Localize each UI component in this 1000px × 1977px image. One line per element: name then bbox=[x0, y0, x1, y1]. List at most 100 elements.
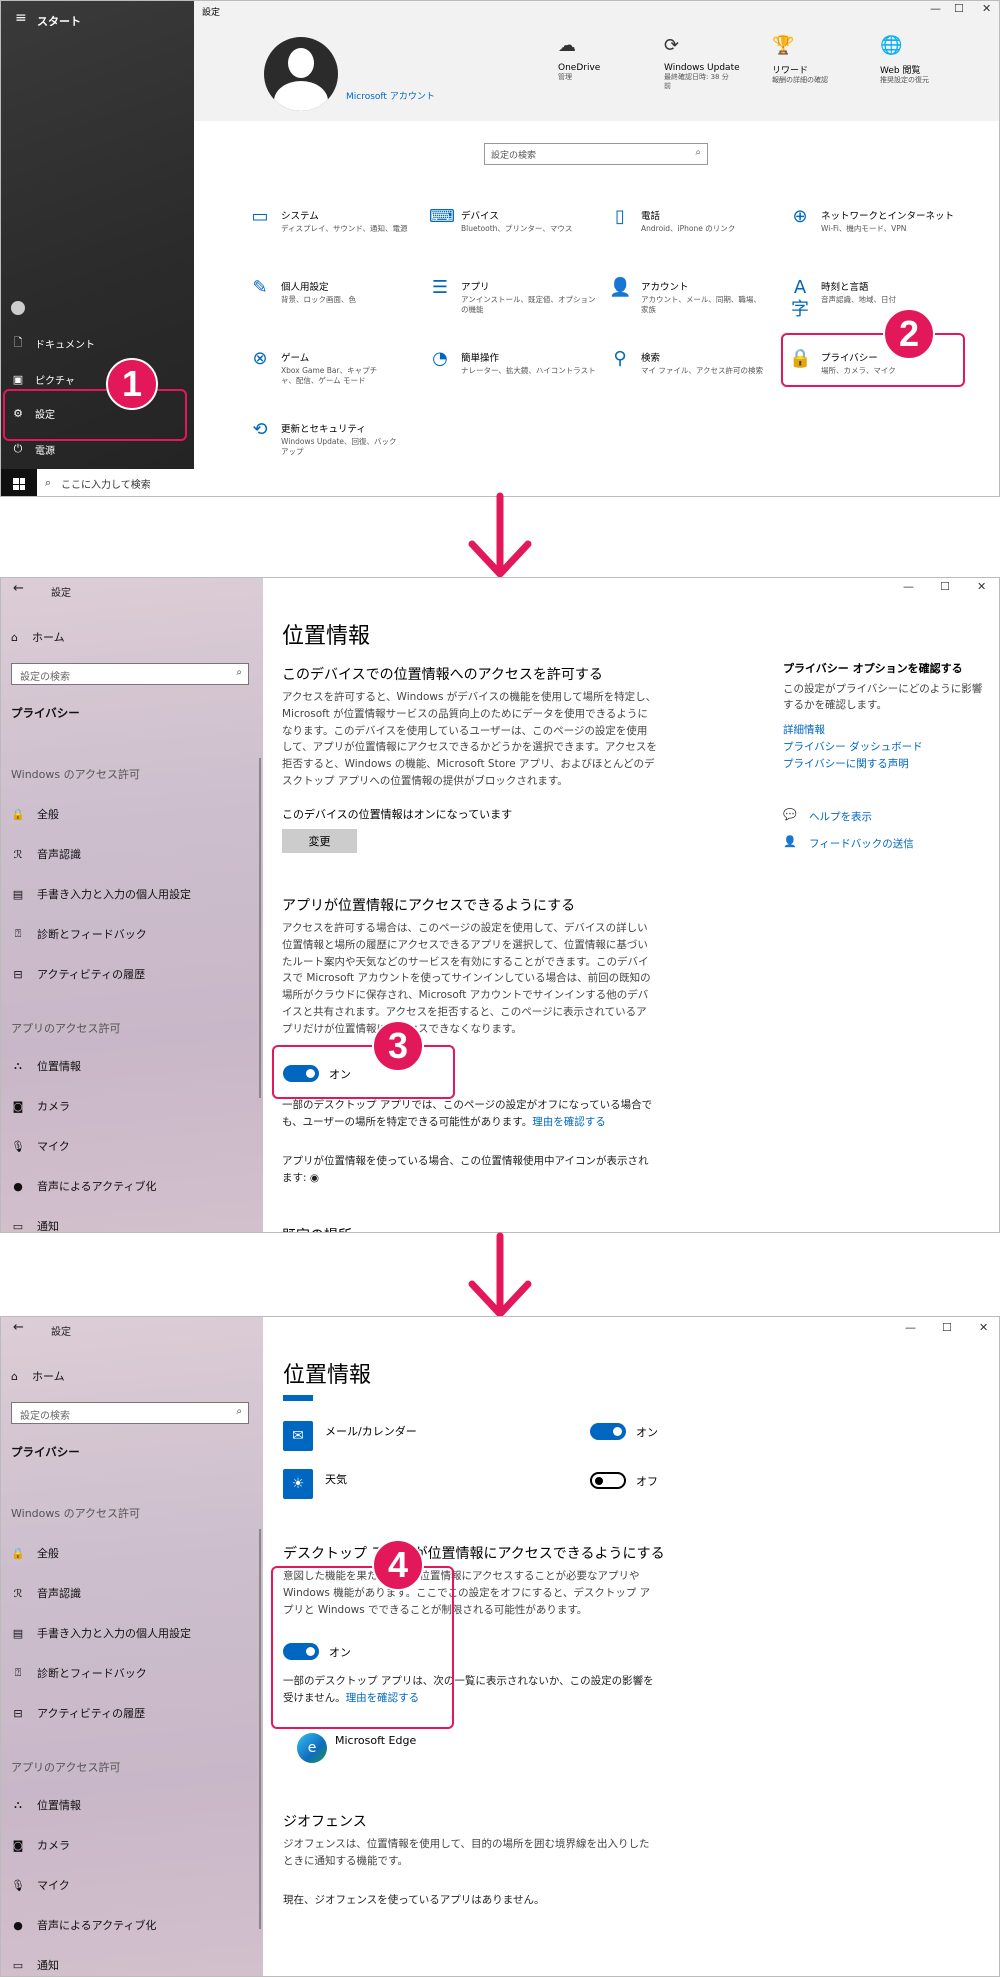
nav-home-label: ホーム bbox=[31, 631, 65, 644]
category-personalization[interactable]: ✎ 個人用設定 背景、ロック画面、色 bbox=[249, 277, 419, 305]
nav-item-camera[interactable]: ◙ カメラ bbox=[11, 1098, 70, 1114]
header-windows-update[interactable]: ⟳ Windows Update 最終確認日時: 38 分前 bbox=[664, 35, 744, 91]
nav-home[interactable]: ⌂ ホーム bbox=[11, 629, 65, 645]
category-apps[interactable]: ☰ アプリ アンインストール、既定値、オプションの機能 bbox=[429, 277, 599, 315]
nav-scrollbar[interactable] bbox=[259, 758, 261, 1098]
taskbar-search-input[interactable]: ⌕ ここに入力して検索 bbox=[37, 469, 197, 496]
back-arrow-icon[interactable]: ← bbox=[13, 581, 24, 596]
category-accounts[interactable]: 👤 アカウント アカウント、メール、同期、職場、家族 bbox=[609, 277, 779, 315]
category-network[interactable]: ⊕ ネットワークとインターネット Wi-Fi、機内モード、VPN bbox=[789, 206, 959, 234]
nav-scrollbar[interactable] bbox=[259, 1529, 261, 1929]
maximize-button[interactable]: ☐ bbox=[940, 580, 950, 593]
nav-item-general[interactable]: 🔒 全般 bbox=[11, 1545, 59, 1561]
category-gaming[interactable]: ⊗ ゲーム Xbox Game Bar、キャプチャ、配信、ゲーム モード bbox=[249, 348, 419, 386]
category-update-security[interactable]: ⟲ 更新とセキュリティ Windows Update、回復、バックアップ bbox=[249, 419, 419, 457]
nav-home[interactable]: ⌂ ホーム bbox=[11, 1368, 65, 1384]
change-button[interactable]: 変更 bbox=[282, 829, 357, 853]
nav-item-microphone[interactable]: 🎙 マイク bbox=[11, 1138, 70, 1154]
maximize-button[interactable]: ☐ bbox=[954, 2, 964, 15]
nav-search-input[interactable]: 設定の検索 ⌕ bbox=[11, 663, 249, 685]
header-item-sub: 推奨設定の復元 bbox=[880, 76, 929, 84]
header-item-sub: 管理 bbox=[558, 73, 572, 81]
nav-item-speech[interactable]: ℛ 音声認識 bbox=[11, 846, 81, 862]
windows-logo-icon[interactable] bbox=[13, 478, 25, 490]
start-item-documents[interactable]: 🗋 ドキュメント bbox=[11, 331, 186, 355]
start-item-pictures[interactable]: ▣ ピクチャ bbox=[11, 367, 186, 391]
home-icon: ⌂ bbox=[11, 630, 18, 644]
maximize-button[interactable]: ☐ bbox=[942, 1321, 952, 1334]
close-button[interactable]: ✕ bbox=[982, 2, 991, 15]
nav-item-notifications[interactable]: ▭ 通知 bbox=[11, 1218, 59, 1233]
nav-item-label: 音声によるアクティブ化 bbox=[37, 1180, 157, 1193]
category-search[interactable]: ⚲ 検索 マイ ファイル、アクセス許可の検索 bbox=[609, 348, 779, 376]
nav-item-diagnostics[interactable]: ⍰ 診断とフィードバック bbox=[11, 1665, 147, 1681]
microphone-icon: 🎙 bbox=[11, 1878, 25, 1892]
nav-item-voice-activation[interactable]: ● 音声によるアクティブ化 bbox=[11, 1917, 156, 1933]
category-name: 検索 bbox=[641, 353, 661, 364]
send-feedback-link[interactable]: フィードバックの送信 bbox=[809, 836, 914, 851]
nav-item-notifications[interactable]: ▭ 通知 bbox=[11, 1957, 59, 1973]
nav-item-label: 通知 bbox=[37, 1220, 59, 1233]
mail-calendar-location-toggle[interactable] bbox=[590, 1423, 626, 1440]
category-time-language[interactable]: A字 時刻と言語 音声認識、地域、日付 bbox=[789, 277, 959, 320]
category-devices[interactable]: ⌨ デバイス Bluetooth、プリンター、マウス bbox=[429, 206, 599, 234]
user-avatar-icon[interactable] bbox=[11, 301, 25, 315]
nav-item-general[interactable]: 🔒 全般 bbox=[11, 806, 59, 822]
nav-item-activity-history[interactable]: ⊟ アクティビティの履歴 bbox=[11, 966, 145, 982]
nav-item-camera[interactable]: ◙ カメラ bbox=[11, 1837, 70, 1853]
nav-item-label: 全般 bbox=[37, 1547, 59, 1560]
category-ease-of-access[interactable]: ◔ 簡単操作 ナレーター、拡大鏡、ハイコントラスト bbox=[429, 348, 599, 376]
page-title: 位置情報 bbox=[283, 1363, 372, 1388]
nav-item-location[interactable]: ⛬ 位置情報 bbox=[11, 1058, 81, 1074]
minimize-button[interactable]: — bbox=[930, 2, 941, 15]
category-sub: Android、iPhone のリンク bbox=[641, 224, 736, 233]
keyboard-icon: ⌨ bbox=[429, 206, 455, 227]
weather-app-icon: ☀ bbox=[283, 1469, 313, 1499]
nav-item-label: 位置情報 bbox=[37, 1799, 81, 1812]
header-rewards[interactable]: 🏆 リワード 報酬の詳細の確認 bbox=[772, 35, 852, 85]
trophy-icon: 🏆 bbox=[772, 35, 795, 56]
minimize-button[interactable]: — bbox=[903, 580, 914, 593]
section-heading-desktop-apps: デスクトップ アプリが位置情報にアクセスできるようにする bbox=[283, 1546, 665, 1562]
mic-filled-icon: ● bbox=[13, 1179, 23, 1193]
get-help-link[interactable]: ヘルプを表示 bbox=[809, 809, 872, 824]
header-web-browsing[interactable]: 🌐 Web 閲覧 推奨設定の復元 bbox=[880, 35, 960, 85]
nav-item-label: マイク bbox=[37, 1140, 70, 1153]
nav-item-voice-activation[interactable]: ● 音声によるアクティブ化 bbox=[11, 1178, 156, 1194]
category-sub: アンインストール、既定値、オプションの機能 bbox=[461, 295, 596, 315]
nav-item-speech[interactable]: ℛ 音声認識 bbox=[11, 1585, 81, 1601]
header-onedrive[interactable]: ☁ OneDrive 管理 bbox=[558, 35, 638, 82]
close-button[interactable]: ✕ bbox=[977, 580, 986, 593]
section-heading-app-access: アプリが位置情報にアクセスできるようにする bbox=[282, 898, 576, 914]
learn-why-link[interactable]: 理由を確認する bbox=[532, 1116, 606, 1128]
nav-item-activity-history[interactable]: ⊟ アクティビティの履歴 bbox=[11, 1705, 145, 1721]
weather-location-toggle[interactable] bbox=[590, 1472, 626, 1489]
link-privacy-statement[interactable]: プライバシーに関する声明 bbox=[783, 756, 909, 771]
link-learn-more[interactable]: 詳細情報 bbox=[783, 722, 825, 737]
nav-item-microphone[interactable]: 🎙 マイク bbox=[11, 1877, 70, 1893]
close-button[interactable]: ✕ bbox=[979, 1321, 988, 1334]
hamburger-icon[interactable]: ≡ bbox=[15, 10, 27, 26]
category-sub: 音声認識、地域、日付 bbox=[821, 295, 896, 304]
nav-item-inking[interactable]: ▤ 手書き入力と入力の個人用設定 bbox=[11, 886, 191, 902]
nav-search-input[interactable]: 設定の検索 ⌕ bbox=[11, 1402, 249, 1424]
search-icon: ⌕ bbox=[695, 147, 701, 158]
minimize-button[interactable]: — bbox=[905, 1321, 916, 1334]
nav-item-inking[interactable]: ▤ 手書き入力と入力の個人用設定 bbox=[11, 1625, 191, 1641]
category-phone[interactable]: ▯ 電話 Android、iPhone のリンク bbox=[609, 206, 779, 234]
nav-item-label: 診断とフィードバック bbox=[37, 928, 147, 941]
link-privacy-dashboard[interactable]: プライバシー ダッシュボード bbox=[783, 739, 923, 754]
nav-item-label: 音声認識 bbox=[37, 1587, 81, 1600]
back-arrow-icon[interactable]: ← bbox=[13, 1320, 24, 1335]
category-name: 更新とセキュリティ bbox=[281, 424, 366, 435]
refresh-icon: ⟳ bbox=[664, 35, 680, 56]
nav-item-diagnostics[interactable]: ⍰ 診断とフィードバック bbox=[11, 926, 147, 942]
category-system[interactable]: ▭ システム ディスプレイ、サウンド、通知、電源 bbox=[249, 206, 419, 234]
arrow-down-icon bbox=[468, 492, 532, 578]
person-icon: 👤 bbox=[609, 277, 632, 298]
microsoft-account-link[interactable]: Microsoft アカウント bbox=[346, 89, 435, 102]
settings-search-input[interactable]: 設定の検索 ⌕ bbox=[484, 143, 708, 165]
category-sub: マイ ファイル、アクセス許可の検索 bbox=[641, 366, 764, 375]
nav-item-location[interactable]: ⛬ 位置情報 bbox=[11, 1797, 81, 1813]
page-title: 位置情報 bbox=[282, 624, 371, 649]
